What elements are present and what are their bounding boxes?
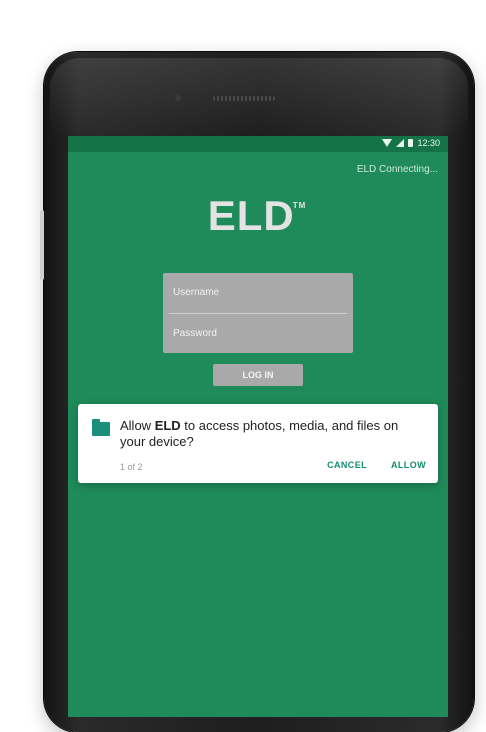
message-app-name: ELD: [154, 418, 181, 433]
permission-dialog: Allow ELD to access photos, media, and f…: [78, 404, 438, 483]
username-field[interactable]: Username: [163, 273, 353, 313]
login-button[interactable]: LOG IN: [213, 364, 303, 386]
side-button: [40, 210, 44, 280]
status-time: 12:30: [417, 138, 440, 148]
folder-icon: [92, 419, 110, 436]
message-prefix: Allow: [120, 418, 155, 433]
connection-status: ELD Connecting...: [356, 164, 438, 175]
login-form: Username Password: [163, 273, 353, 353]
cell-signal-icon: [396, 139, 405, 147]
permission-counter: 1 of 2: [120, 462, 143, 472]
front-camera: [175, 95, 181, 101]
cancel-button[interactable]: CANCEL: [327, 460, 367, 470]
app-logo: ELDTM: [68, 192, 448, 240]
logo-text: ELD: [207, 192, 295, 239]
password-field[interactable]: Password: [163, 314, 353, 354]
logo-trademark: TM: [292, 201, 307, 210]
device-screen: 12:30 ELD Connecting... ELDTM Username P…: [68, 136, 448, 717]
status-icons: 12:30: [382, 138, 440, 148]
permission-message: Allow ELD to access photos, media, and f…: [120, 418, 420, 450]
dialog-actions: CANCEL ALLOW: [327, 460, 426, 470]
speaker-grille: [213, 96, 275, 101]
battery-icon: [408, 139, 414, 147]
status-bar: 12:30: [68, 136, 448, 152]
wifi-icon: [382, 139, 393, 147]
allow-button[interactable]: ALLOW: [391, 460, 426, 470]
